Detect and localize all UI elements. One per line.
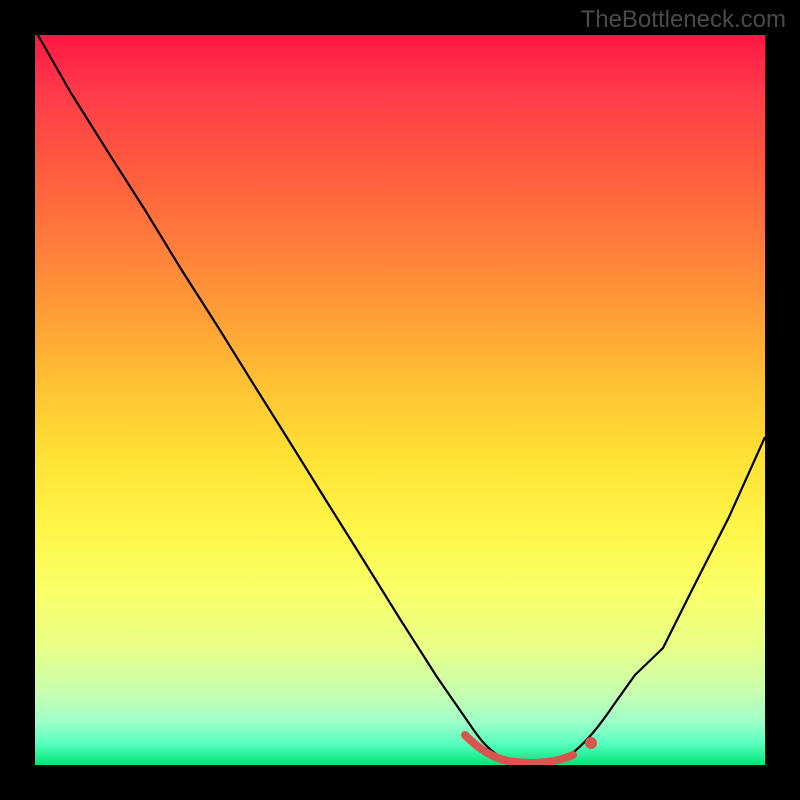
watermark-text: TheBottleneck.com xyxy=(581,6,786,34)
bottleneck-curve xyxy=(35,35,765,764)
chart-plot-area xyxy=(35,35,765,765)
chart-svg xyxy=(35,35,765,765)
optimal-range-end-dot xyxy=(585,737,597,749)
